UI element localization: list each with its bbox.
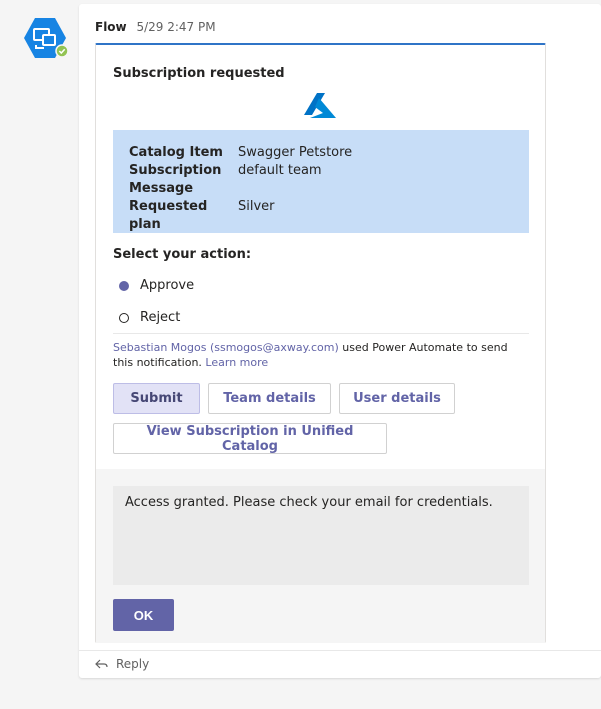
message-header: Flow 5/29 2:47 PM bbox=[95, 20, 216, 34]
fact-row-requested-plan: Requested plan Silver bbox=[129, 198, 513, 234]
adaptive-card: Subscription requested Catalog Item Swag… bbox=[95, 43, 546, 643]
fact-row-catalog-item: Catalog Item Swagger Petstore bbox=[129, 144, 513, 162]
fact-value: default team bbox=[238, 163, 322, 178]
reply-label[interactable]: Reply bbox=[116, 657, 149, 671]
ok-button[interactable]: OK bbox=[113, 599, 174, 631]
learn-more-link[interactable]: Learn more bbox=[205, 356, 268, 369]
fact-row-subscription: Subscription default team bbox=[129, 162, 513, 180]
sender-name[interactable]: Flow bbox=[95, 20, 127, 34]
azure-logo-icon bbox=[304, 93, 336, 122]
fact-key: Message bbox=[129, 181, 194, 196]
reply-button[interactable]: Reply bbox=[95, 657, 149, 671]
fact-row-message: Message bbox=[129, 180, 513, 198]
message-timestamp: 5/29 2:47 PM bbox=[136, 20, 216, 34]
submit-button[interactable]: Submit bbox=[113, 383, 200, 414]
divider bbox=[113, 333, 529, 334]
response-section: Access granted. Please check your email … bbox=[96, 469, 545, 643]
card-title: Subscription requested bbox=[113, 66, 285, 81]
available-check-icon bbox=[55, 44, 68, 58]
radio-option-approve[interactable]: Approve bbox=[119, 278, 194, 293]
reply-arrow-icon[interactable] bbox=[95, 659, 108, 669]
fact-set: Catalog Item Swagger Petstore Subscripti… bbox=[113, 130, 529, 233]
fact-key: Subscription bbox=[129, 163, 222, 178]
card-body: Subscription requested Catalog Item Swag… bbox=[96, 45, 545, 469]
radio-option-reject[interactable]: Reject bbox=[119, 310, 180, 325]
fact-key: Requested plan bbox=[129, 199, 208, 232]
power-automate-bot-icon[interactable] bbox=[24, 18, 68, 58]
radio-unchecked-icon[interactable] bbox=[119, 312, 129, 323]
radio-label[interactable]: Approve bbox=[140, 278, 194, 293]
teams-chat-view: Flow 5/29 2:47 PM Subscription requested… bbox=[0, 0, 601, 709]
radio-checked-icon[interactable] bbox=[119, 280, 129, 291]
sender-link[interactable]: Sebastian Mogos (ssmogos@axway.com) bbox=[113, 341, 339, 354]
fact-value: Swagger Petstore bbox=[238, 145, 353, 160]
response-text[interactable]: Access granted. Please check your email … bbox=[125, 495, 493, 510]
divider bbox=[79, 650, 601, 651]
view-subscription-button[interactable]: View Subscription in Unified Catalog bbox=[113, 423, 387, 454]
message-bubble: Flow 5/29 2:47 PM Subscription requested… bbox=[79, 4, 601, 678]
user-details-button[interactable]: User details bbox=[339, 383, 455, 414]
team-details-button[interactable]: Team details bbox=[208, 383, 331, 414]
response-input[interactable]: Access granted. Please check your email … bbox=[113, 486, 529, 585]
notification-text: Sebastian Mogos (ssmogos@axway.com) used… bbox=[113, 340, 529, 370]
fact-value: Silver bbox=[238, 199, 275, 214]
fact-key: Catalog Item bbox=[129, 145, 223, 160]
action-label: Select your action: bbox=[113, 247, 252, 262]
radio-label[interactable]: Reject bbox=[140, 310, 180, 325]
